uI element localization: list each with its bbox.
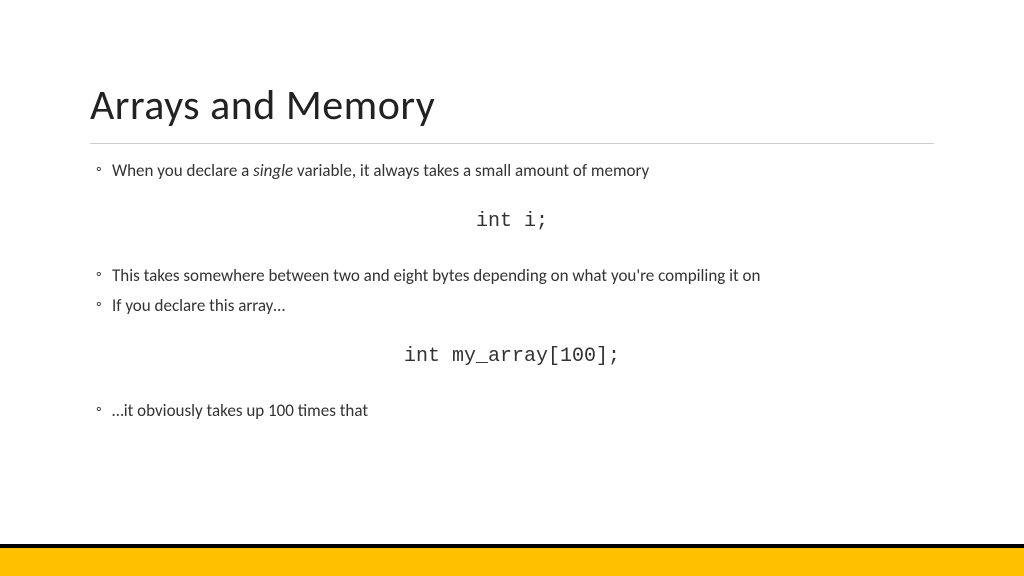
slide-title: Arrays and Memory bbox=[90, 80, 934, 131]
title-divider bbox=[90, 143, 934, 144]
bullet-list-3: …it obviously takes up 100 times that bbox=[90, 398, 934, 424]
footer-yellow-stripe bbox=[0, 548, 1024, 576]
bullet-list-2: This takes somewhere between two and eig… bbox=[90, 263, 934, 319]
bullet-text-pre: When you declare a bbox=[112, 160, 253, 181]
bullet-list-1: When you declare a single variable, it a… bbox=[90, 158, 934, 184]
slide-content: Arrays and Memory When you declare a sin… bbox=[0, 0, 1024, 576]
code-block-2: int my_array[100]; bbox=[90, 345, 934, 368]
bullet-item: If you declare this array… bbox=[90, 293, 934, 319]
bullet-item: This takes somewhere between two and eig… bbox=[90, 263, 934, 289]
bullet-item: When you declare a single variable, it a… bbox=[90, 158, 934, 184]
code-block-1: int i; bbox=[90, 210, 934, 233]
bullet-text-post: variable, it always takes a small amount… bbox=[293, 160, 649, 181]
bullet-text-italic: single bbox=[253, 160, 293, 181]
bullet-item: …it obviously takes up 100 times that bbox=[90, 398, 934, 424]
footer-bar bbox=[0, 544, 1024, 576]
